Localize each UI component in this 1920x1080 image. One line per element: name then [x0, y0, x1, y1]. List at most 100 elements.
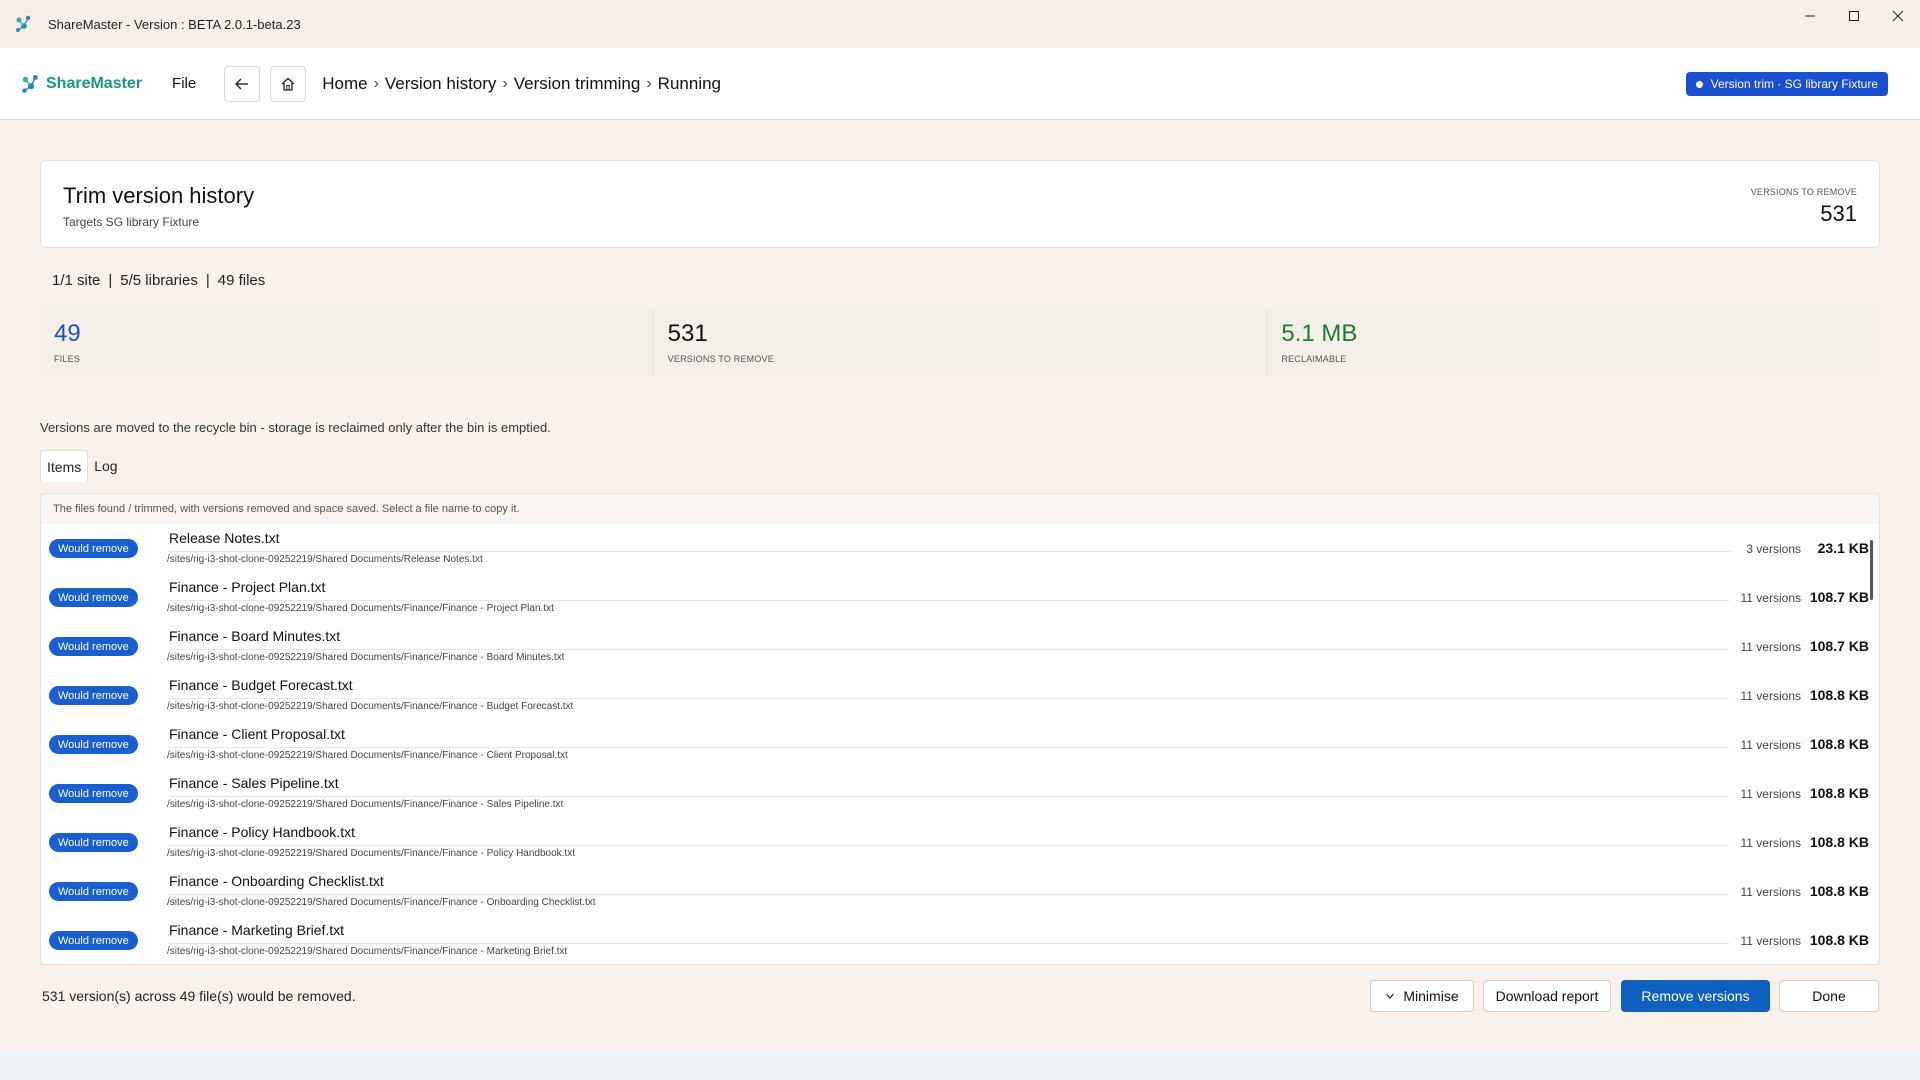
- stat-versions-label: VERSIONS TO REMOVE: [667, 354, 774, 364]
- app-logo-icon: [16, 15, 31, 32]
- file-name[interactable]: Release Notes.txt: [169, 530, 280, 546]
- breadcrumb: Home › Version history › Version trimmin…: [322, 74, 721, 94]
- title-bar: ShareMaster - Version : BETA 2.0.1-beta.…: [0, 0, 1920, 48]
- version-count: 11 versions: [1728, 885, 1801, 899]
- file-path: /sites/rig-i3-shot-clone-09252219/Shared…: [167, 897, 596, 908]
- scrollbar-thumb[interactable]: [1870, 540, 1873, 600]
- file-path: /sites/rig-i3-shot-clone-09252219/Shared…: [167, 848, 575, 859]
- items-list: Would remove Release Notes.txt/sites/rig-…: [41, 524, 1879, 964]
- tab-items[interactable]: Items: [40, 450, 89, 482]
- footer-summary: 531 version(s) across 49 file(s) would b…: [42, 988, 356, 1004]
- status-badge: Would remove: [49, 735, 138, 754]
- arrow-left-icon: [235, 78, 249, 89]
- download-report-button[interactable]: Download report: [1483, 980, 1611, 1012]
- file-menu[interactable]: File: [172, 75, 196, 92]
- tab-log[interactable]: Log: [88, 450, 123, 482]
- file-size: 108.7 KB: [1809, 638, 1869, 654]
- version-count: 11 versions: [1728, 787, 1801, 801]
- table-row: Would remove Finance - Client Proposal.tx…: [41, 720, 1879, 769]
- table-row: Would remove Finance - Policy Handbook.tx…: [41, 818, 1879, 867]
- status-badge: Would remove: [49, 833, 138, 852]
- recycle-bin-notice: Versions are moved to the recycle bin - …: [40, 420, 551, 435]
- brand-logo-icon: [22, 74, 38, 93]
- back-button[interactable]: [224, 65, 261, 102]
- job-status-pill[interactable]: Version trim · SG library Fixture: [1685, 72, 1888, 96]
- tab-bar: Items Log: [40, 450, 124, 482]
- done-button[interactable]: Done: [1779, 980, 1879, 1012]
- file-size: 108.8 KB: [1809, 932, 1869, 948]
- page-title: Trim version history: [63, 183, 255, 208]
- file-path: /sites/rig-i3-shot-clone-09252219/Shared…: [167, 799, 564, 810]
- file-name[interactable]: Finance - Onboarding Checklist.txt: [169, 873, 384, 889]
- file-size: 23.1 KB: [1817, 540, 1869, 556]
- file-size: 108.8 KB: [1809, 883, 1869, 899]
- table-row: Would remove Finance - Sales Pipeline.txt…: [41, 769, 1879, 818]
- file-name[interactable]: Finance - Project Plan.txt: [169, 579, 325, 595]
- file-path: /sites/rig-i3-shot-clone-09252219/Shared…: [167, 701, 574, 712]
- brand[interactable]: ShareMaster: [20, 73, 142, 95]
- status-badge: Would remove: [49, 637, 138, 656]
- stat-reclaimable-label: RECLAIMABLE: [1281, 354, 1347, 364]
- row-divider: [169, 551, 1731, 552]
- file-name[interactable]: Finance - Marketing Brief.txt: [169, 922, 344, 938]
- chevron-down-icon: [1386, 993, 1395, 999]
- breadcrumb-version-history[interactable]: Version history: [385, 74, 497, 94]
- close-button[interactable]: [1876, 0, 1920, 32]
- status-badge: Would remove: [49, 931, 138, 950]
- row-divider: [169, 649, 1731, 650]
- app-header: ShareMaster File Home › Version history …: [0, 48, 1920, 120]
- status-badge: Would remove: [49, 539, 138, 558]
- stats-row: 49 FILES 531 VERSIONS TO REMOVE 5.1 MB R…: [40, 306, 1880, 376]
- table-row: Would remove Finance - Budget Forecast.tx…: [41, 671, 1879, 720]
- remove-versions-button[interactable]: Remove versions: [1621, 980, 1770, 1012]
- scope-summary: 1/1 site | 5/5 libraries | 49 files: [52, 272, 265, 289]
- file-name[interactable]: Finance - Board Minutes.txt: [169, 628, 340, 644]
- version-count: 11 versions: [1728, 689, 1801, 703]
- scope-divider: |: [108, 272, 113, 289]
- items-hint: The files found / trimmed, with versions…: [41, 494, 1879, 524]
- window-controls: [1788, 0, 1920, 32]
- status-badge: Would remove: [49, 882, 138, 901]
- page-subtitle: Targets SG library Fixture: [63, 215, 200, 229]
- breadcrumb-separator: ›: [502, 74, 508, 92]
- status-badge: Would remove: [49, 686, 138, 705]
- file-name[interactable]: Finance - Policy Handbook.txt: [169, 824, 355, 840]
- table-row: Would remove Finance - Onboarding Checkli…: [41, 867, 1879, 916]
- scope-files: 49 files: [217, 272, 266, 289]
- close-icon: [1892, 10, 1904, 22]
- job-status-label: Version trim · SG library Fixture: [1710, 77, 1878, 91]
- table-row: Would remove Finance - Project Plan.txt/s…: [41, 573, 1879, 622]
- file-size: 108.7 KB: [1809, 589, 1869, 605]
- file-path: /sites/rig-i3-shot-clone-09252219/Shared…: [167, 652, 565, 663]
- scope-libraries: 5/5 libraries: [120, 272, 198, 289]
- stat-reclaimable-value: 5.1 MB: [1281, 320, 1358, 347]
- breadcrumb-home[interactable]: Home: [322, 74, 367, 94]
- file-size: 108.8 KB: [1809, 736, 1869, 752]
- stat-versions: 531 VERSIONS TO REMOVE: [654, 306, 1268, 376]
- minimize-button[interactable]: [1788, 0, 1832, 32]
- version-count: 11 versions: [1728, 591, 1801, 605]
- minimise-label: Minimise: [1403, 988, 1459, 1004]
- status-dot-icon: [1695, 80, 1703, 88]
- breadcrumb-version-trimming[interactable]: Version trimming: [514, 74, 641, 94]
- window-title: ShareMaster - Version : BETA 2.0.1-beta.…: [48, 16, 301, 32]
- versions-to-remove-value: 531: [1820, 201, 1857, 226]
- stat-files: 49 FILES: [40, 306, 654, 376]
- version-count: 11 versions: [1728, 640, 1801, 654]
- scope-divider: |: [205, 272, 210, 289]
- version-count: 11 versions: [1728, 738, 1801, 752]
- version-count: 11 versions: [1728, 934, 1801, 948]
- stat-versions-value: 531: [667, 320, 708, 347]
- file-name[interactable]: Finance - Sales Pipeline.txt: [169, 775, 339, 791]
- home-button[interactable]: [270, 65, 307, 102]
- row-divider: [169, 796, 1731, 797]
- maximize-button[interactable]: [1832, 0, 1876, 32]
- stat-files-label: FILES: [54, 354, 81, 364]
- file-name[interactable]: Finance - Client Proposal.txt: [169, 726, 345, 742]
- brand-name: ShareMaster: [46, 74, 143, 92]
- file-size: 108.8 KB: [1809, 687, 1869, 703]
- row-divider: [169, 747, 1731, 748]
- minimise-button[interactable]: Minimise: [1370, 980, 1474, 1012]
- file-name[interactable]: Finance - Budget Forecast.txt: [169, 677, 353, 693]
- file-path: /sites/rig-i3-shot-clone-09252219/Shared…: [167, 750, 568, 761]
